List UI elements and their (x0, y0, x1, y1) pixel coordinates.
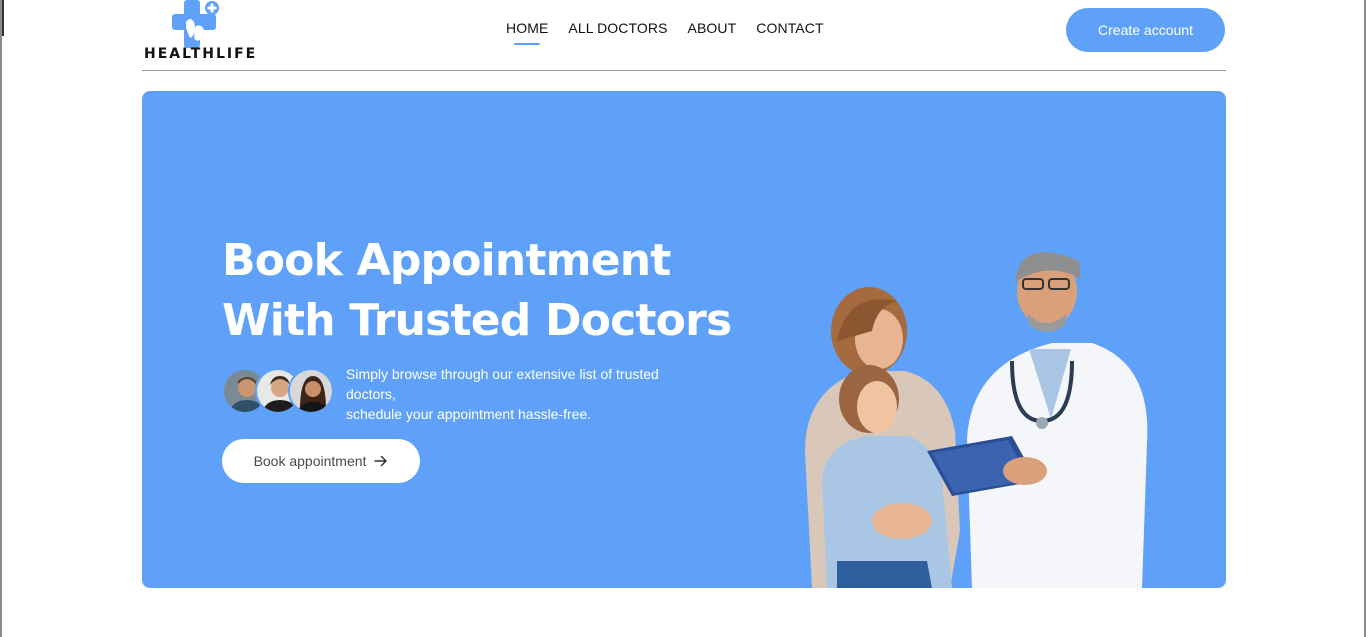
hero-title-line-2: With Trusted Doctors (222, 295, 732, 346)
avatar (288, 368, 334, 414)
nav-contact[interactable]: CONTACT (756, 20, 823, 36)
window-corner-mark (0, 0, 4, 36)
main-nav: HOME ALL DOCTORS ABOUT CONTACT (506, 20, 824, 45)
hero-description: Simply browse through our extensive list… (346, 364, 676, 424)
hero-description-line-3: schedule your appointment hassle-free. (346, 406, 592, 422)
nav-home[interactable]: HOME (506, 20, 548, 45)
logo-text: HEALTHLIFE (144, 46, 258, 62)
hero-title-line-1: Book Appointment (222, 235, 671, 286)
arrow-right-icon (374, 455, 388, 467)
medical-cross-hands-icon (172, 0, 219, 48)
hero-banner: Book Appointment With Trusted Doctors Si… (142, 91, 1226, 588)
nav-about[interactable]: ABOUT (688, 20, 737, 36)
hero-description-line-1: Simply browse through our extensive list… (346, 366, 659, 382)
nav-all-doctors[interactable]: ALL DOCTORS (568, 20, 667, 36)
hero-title: Book Appointment With Trusted Doctors (222, 231, 782, 351)
doctor-with-family-image (805, 252, 1148, 588)
book-appointment-button[interactable]: Book appointment (222, 439, 420, 483)
create-account-button[interactable]: Create account (1066, 8, 1225, 52)
navbar: HEALTHLIFE HOME ALL DOCTORS ABOUT CONTAC… (142, 0, 1226, 71)
hero-description-line-2: doctors, (346, 386, 396, 402)
logo[interactable]: HEALTHLIFE (144, 0, 256, 64)
doctor-avatars-group (222, 368, 337, 416)
book-appointment-label: Book appointment (253, 453, 367, 469)
